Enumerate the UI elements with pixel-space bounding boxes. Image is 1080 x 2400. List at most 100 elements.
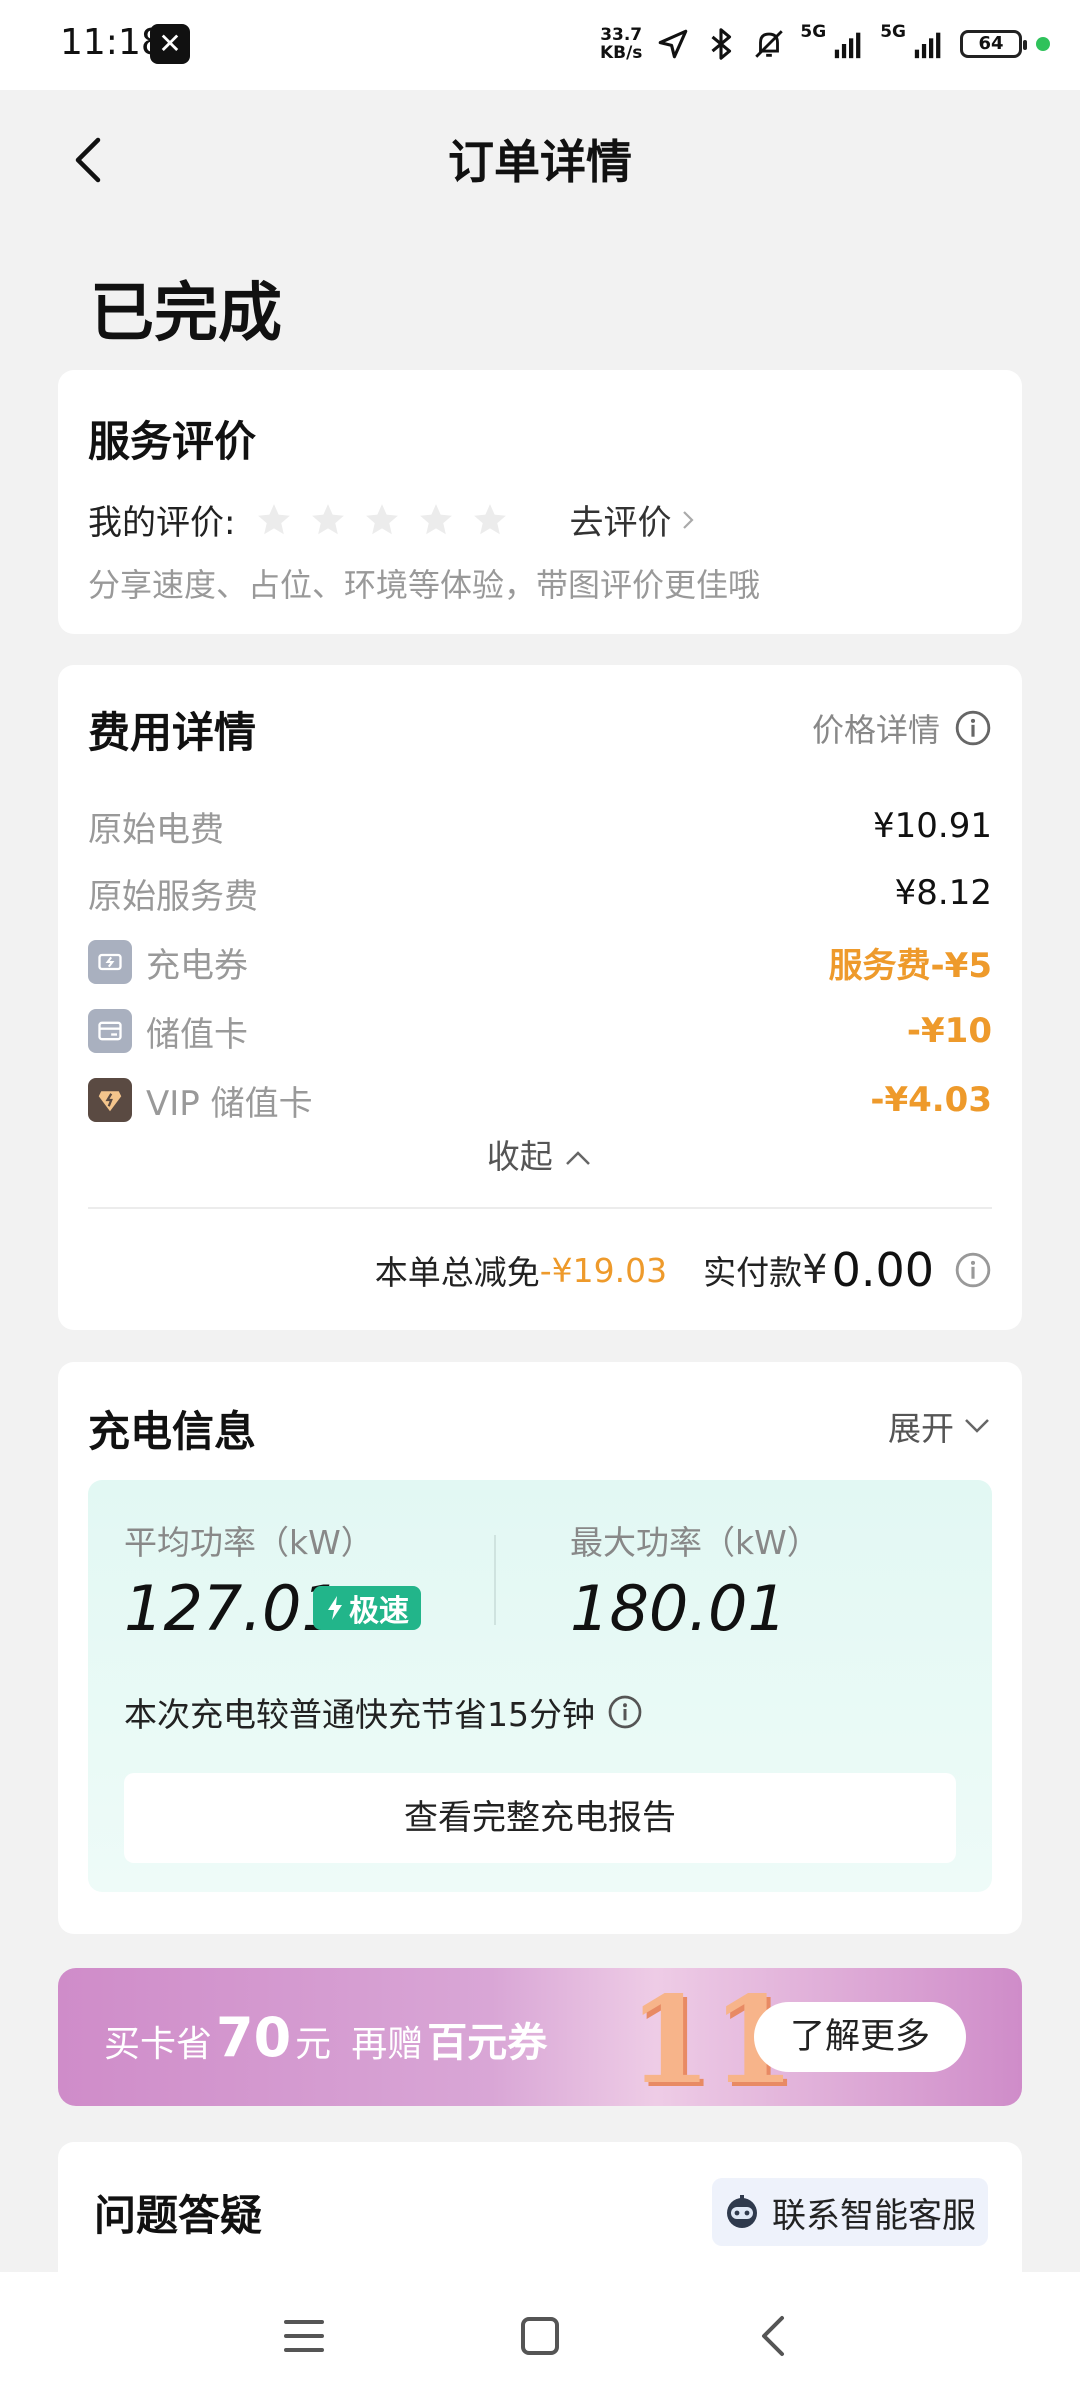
fee-value: ¥10.91 [873, 806, 992, 846]
paid-label: 实付款 [703, 1253, 803, 1292]
status-icons: 33.7 KB/s 5G 5G 64 [600, 22, 1050, 66]
rating-hint: 分享速度、占位、环境等体验，带图评价更佳哦 [88, 566, 761, 604]
privacy-dot [1036, 37, 1050, 51]
max-power-value: 180.01 [570, 1572, 787, 1645]
promo-mid: 再赠 [351, 2024, 424, 2065]
fee-card: 费用详情 价格详情 原始电费 ¥10.91 原始服务费 ¥8.12 充电券 服务… [58, 665, 1022, 1330]
promo-text: 买卡省 70 元 再赠 百元券 [104, 2006, 547, 2069]
fee-row: 原始电费 ¥10.91 [88, 802, 992, 850]
expand-toggle[interactable]: 展开 [888, 1402, 992, 1450]
avg-power-label: 平均功率（kW） [124, 1523, 374, 1562]
expand-label: 展开 [888, 1409, 954, 1448]
rating-label: 我的评价: [88, 503, 236, 543]
view-report-button[interactable]: 查看完整充电报告 [124, 1773, 956, 1863]
star-icon[interactable] [309, 501, 347, 539]
lightning-icon [328, 1596, 342, 1620]
coupon-icon [88, 940, 132, 984]
fee-name: 原始服务费 [88, 876, 258, 917]
charging-info-card: 充电信息 展开 平均功率（kW） 127.01 极速 最大功率（kW） 180.… [58, 1362, 1022, 1934]
power-summary: 平均功率（kW） 127.01 极速 最大功率（kW） 180.01 本次充电较… [88, 1480, 992, 1892]
promo-unit: 元 [295, 2024, 332, 2065]
signal-icon [914, 32, 941, 59]
go-rate-link[interactable]: 去评价 [569, 495, 695, 544]
rating-card: 服务评价 我的评价: 去评价 分享速度、占位、环境等体验，带图评价更佳哦 [58, 370, 1022, 634]
sim2-type: 5G [880, 22, 906, 42]
qa-card: 问题答疑 联系智能客服 [58, 2142, 1022, 2272]
fee-name: 储值卡 [146, 1014, 248, 1055]
max-power-label: 最大功率（kW） [570, 1523, 820, 1562]
time-saved-text: 本次充电较普通快充节省15分钟 [124, 1695, 595, 1734]
time-saved-note: 本次充电较普通快充节省15分钟 [124, 1688, 643, 1736]
bluetooth-icon [711, 28, 732, 60]
signal-icon [835, 32, 861, 59]
info-icon[interactable] [954, 1251, 992, 1289]
fee-value: 服务费-¥5 [828, 945, 992, 986]
fee-name: VIP 储值卡 [146, 1083, 313, 1124]
charging-title: 充电信息 [88, 1407, 257, 1456]
page-header: 订单详情 [0, 90, 1080, 220]
menu-icon[interactable] [278, 2310, 330, 2362]
price-detail-label: 价格详情 [811, 711, 940, 749]
fee-value: ¥8.12 [894, 873, 992, 913]
battery-icon: 64 [960, 30, 1027, 58]
promo-banner[interactable]: 买卡省 70 元 再赠 百元券 11 了解更多 [58, 1968, 1022, 2106]
page-title: 订单详情 [448, 135, 632, 189]
vip-card-icon [88, 1078, 132, 1122]
rating-row: 我的评价: 去评价 [88, 495, 695, 544]
sim1-type: 5G [800, 22, 827, 42]
customer-service-label: 联系智能客服 [772, 2195, 976, 2236]
x-app-icon: ✕ [150, 24, 190, 64]
system-nav-bar [0, 2272, 1080, 2400]
fee-row: 原始服务费 ¥8.12 [88, 869, 992, 917]
info-icon[interactable] [607, 1694, 643, 1730]
star-icon[interactable] [363, 501, 401, 539]
star-icon[interactable] [255, 501, 293, 539]
go-rate-label: 去评价 [569, 503, 672, 543]
home-icon[interactable] [514, 2310, 566, 2362]
avg-power-value: 127.01 [124, 1572, 341, 1645]
total-discount-value: -¥19.03 [539, 1250, 668, 1290]
qa-title: 问题答疑 [94, 2191, 263, 2240]
network-speed: 33.7 KB/s [600, 26, 642, 62]
fast-charge-badge: 极速 [313, 1586, 421, 1630]
card-icon [88, 1009, 132, 1053]
total-row: 本单总减免 -¥19.03 实付款 ¥ 0.00 [375, 1243, 992, 1297]
fee-row: VIP 储值卡 -¥4.03 [88, 1076, 992, 1124]
fee-name: 原始电费 [88, 809, 224, 850]
promo-gift: 百元券 [427, 2020, 548, 2066]
paid-currency: ¥ [802, 1247, 828, 1293]
price-detail-link[interactable]: 价格详情 [812, 705, 992, 751]
fast-charge-label: 极速 [349, 1594, 409, 1629]
back-nav-icon[interactable] [750, 2310, 802, 2362]
total-discount-label: 本单总减免 [374, 1253, 540, 1292]
location-icon [659, 29, 688, 59]
fee-title: 费用详情 [88, 708, 257, 757]
promo-prefix: 买卡省 [104, 2024, 213, 2065]
fee-name: 充电券 [146, 945, 248, 986]
learn-more-button[interactable]: 了解更多 [753, 2002, 966, 2072]
robot-icon [727, 2195, 757, 2228]
rating-title: 服务评价 [88, 417, 257, 466]
collapse-toggle[interactable]: 收起 [58, 1130, 1022, 1178]
chevron-down-icon [965, 1419, 989, 1433]
info-icon [955, 710, 991, 746]
customer-service-button[interactable]: 联系智能客服 [712, 2178, 988, 2246]
star-icon[interactable] [417, 501, 455, 539]
network-speed-unit: KB/s [599, 43, 643, 63]
fee-value: -¥4.03 [870, 1080, 992, 1120]
divider [494, 1535, 496, 1625]
star-icon[interactable] [471, 501, 509, 539]
fee-row: 储值卡 -¥10 [88, 1007, 992, 1055]
paid-amount: 0.00 [831, 1243, 934, 1297]
fee-row: 充电券 服务费-¥5 [88, 938, 992, 986]
fee-value: -¥10 [906, 1011, 992, 1051]
mute-icon [755, 30, 784, 58]
order-status: 已完成 [90, 277, 282, 351]
chevron-up-icon [566, 1151, 591, 1165]
promo-amount: 70 [216, 2006, 292, 2069]
star-rating[interactable] [255, 501, 509, 539]
status-bar: 11:18 ✕ 33.7 KB/s 5G 5G 64 [0, 0, 1080, 90]
chevron-right-icon [683, 510, 695, 529]
network-speed-value: 33.7 [600, 25, 643, 45]
status-time: 11:18 [60, 22, 164, 63]
